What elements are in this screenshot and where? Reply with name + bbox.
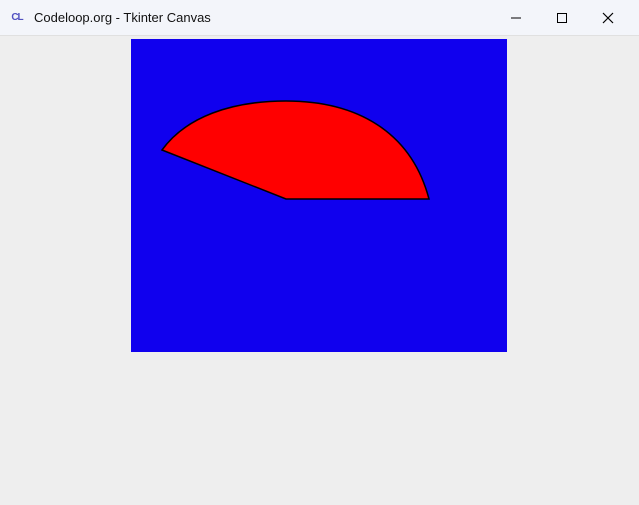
maximize-button[interactable] (539, 2, 585, 34)
minimize-icon (510, 12, 522, 24)
window-titlebar: CL Codeloop.org - Tkinter Canvas (0, 0, 639, 36)
maximize-icon (556, 12, 568, 24)
close-icon (602, 12, 614, 24)
window-title: Codeloop.org - Tkinter Canvas (34, 10, 493, 25)
app-icon: CL (8, 9, 26, 27)
arc-path (162, 101, 429, 199)
canvas-arc-shape (131, 39, 507, 352)
minimize-button[interactable] (493, 2, 539, 34)
close-button[interactable] (585, 2, 631, 34)
tkinter-canvas (131, 39, 507, 352)
content-area (0, 36, 639, 505)
window-controls (493, 2, 631, 34)
